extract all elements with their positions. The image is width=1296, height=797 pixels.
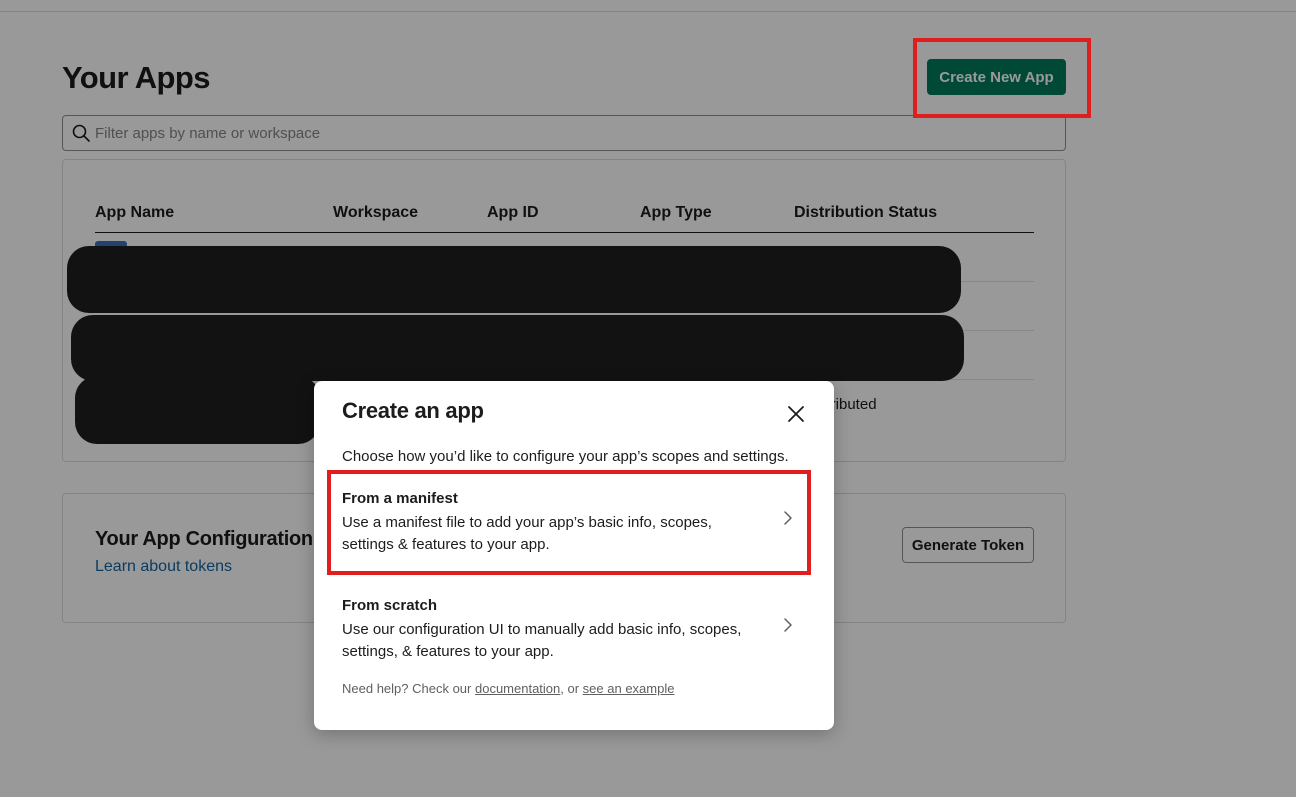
option-title: From a manifest <box>342 490 458 507</box>
see-example-link[interactable]: see an example <box>583 681 675 696</box>
chevron-right-icon <box>784 618 792 632</box>
help-prefix: Need help? Check our <box>342 681 475 696</box>
modal-help-text: Need help? Check our documentation, or s… <box>342 681 674 696</box>
modal-title: Create an app <box>342 398 484 423</box>
option-title: From scratch <box>342 597 438 614</box>
close-icon[interactable] <box>784 402 808 426</box>
chevron-right-icon <box>784 511 792 525</box>
from-manifest-option[interactable]: From a manifest Use a manifest file to a… <box>328 486 808 574</box>
help-separator: , or <box>560 681 583 696</box>
option-description: Use our configuration UI to manually add… <box>342 621 742 660</box>
option-description: Use a manifest file to add your app’s ba… <box>342 514 712 553</box>
modal-subtitle: Choose how you’d like to configure your … <box>342 448 789 465</box>
from-scratch-option[interactable]: From scratch Use our configuration UI to… <box>328 593 808 681</box>
page: Your Apps Create New App App Name Worksp… <box>0 0 1296 797</box>
create-app-modal: Create an app Choose how you’d like to c… <box>314 381 834 730</box>
documentation-link[interactable]: documentation <box>475 681 560 696</box>
